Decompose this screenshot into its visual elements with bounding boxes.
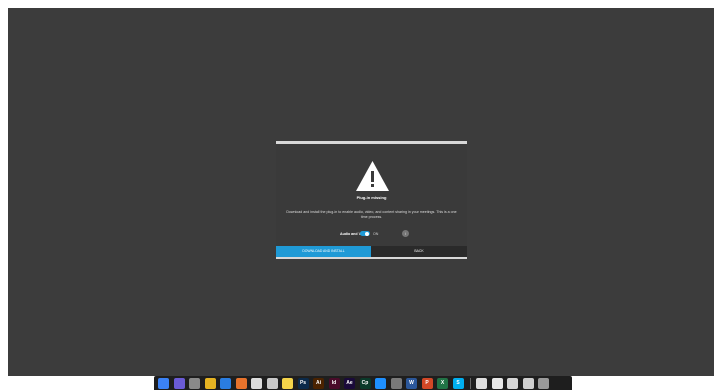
dock-illustrator-icon[interactable]: Ai <box>313 378 324 389</box>
dock-launchpad-icon[interactable] <box>189 378 200 389</box>
dock-safari-icon[interactable] <box>220 378 231 389</box>
dock-downloads-icon[interactable] <box>507 378 518 389</box>
dock-files-icon[interactable] <box>476 378 487 389</box>
dock-notes-icon[interactable] <box>282 378 293 389</box>
audio-video-toggle[interactable] <box>360 231 370 236</box>
dialog-title: Plug-in missing <box>356 195 387 200</box>
dock-system-preferences-icon[interactable] <box>390 378 402 389</box>
dock-chrome-icon[interactable] <box>204 378 216 389</box>
plugin-missing-dialog: Plug-in missing Download and install the… <box>276 141 467 259</box>
dock-powerpoint-icon[interactable]: P <box>421 378 433 389</box>
download-install-button[interactable]: DOWNLOAD AND INSTALL <box>276 246 371 257</box>
dock-skype-icon[interactable]: S <box>452 378 464 389</box>
dock-trash-icon[interactable] <box>538 378 549 389</box>
dock: Ps Ai Id Ae Cp W P X S <box>154 376 572 390</box>
dock-app-store-icon[interactable] <box>375 378 386 389</box>
dock-calendar-icon[interactable] <box>251 378 262 389</box>
toggle-state-label: ON <box>373 232 379 236</box>
toggle-knob <box>365 231 369 236</box>
dock-separator <box>470 378 471 389</box>
dock-character-animator-icon[interactable]: Cp <box>359 378 371 389</box>
back-button[interactable]: BACK <box>371 246 467 257</box>
dock-photos-icon[interactable] <box>266 378 278 389</box>
dock-finder-icon[interactable] <box>158 378 169 389</box>
warning-triangle-icon <box>356 161 389 191</box>
dock-siri-icon[interactable] <box>173 378 185 389</box>
dock-after-effects-icon[interactable]: Ae <box>344 378 355 389</box>
audio-video-row: Audio and Video ON i <box>276 230 467 238</box>
dock-excel-icon[interactable]: X <box>437 378 448 389</box>
dock-documents-icon[interactable] <box>491 378 503 389</box>
dock-photoshop-icon[interactable]: Ps <box>297 378 309 389</box>
desktop: Plug-in missing Download and install the… <box>8 8 714 376</box>
dock-word-icon[interactable]: W <box>406 378 417 389</box>
info-icon[interactable]: i <box>402 230 409 237</box>
dock-folder-icon[interactable] <box>522 378 534 389</box>
dock-indesign-icon[interactable]: Id <box>328 378 340 389</box>
dialog-description: Download and install the plug-in to enab… <box>286 210 457 219</box>
dock-firefox-icon[interactable] <box>235 378 247 389</box>
